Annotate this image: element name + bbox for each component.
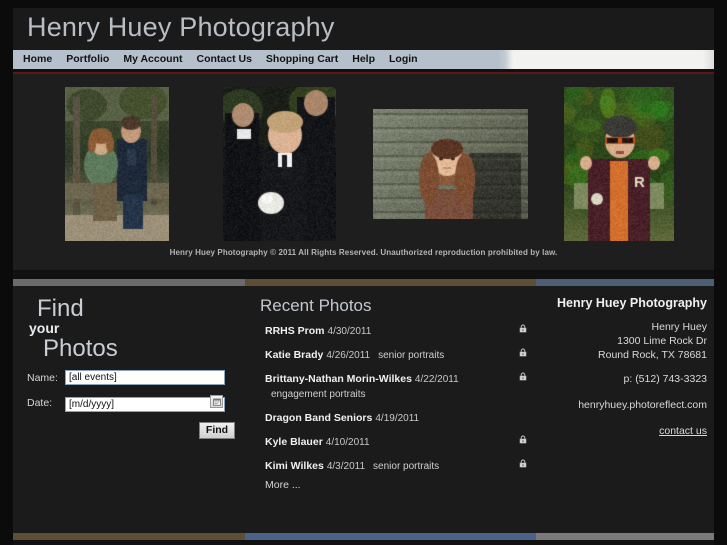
date-input-wrapper (65, 394, 225, 412)
studio-info-panel: Henry Huey Photography Henry Huey 1300 L… (536, 286, 714, 533)
find-photos-panel: Find your Photos Name: Date: (13, 286, 245, 533)
date-input[interactable] (65, 397, 225, 412)
date-field-row: Date: (27, 394, 225, 412)
recent-photos-panel: Recent Photos RRHS Prom 4/30/2011 Katie Br… (245, 286, 536, 533)
frame-left-border (0, 0, 13, 545)
studio-website: henryhuey.photoreflect.com (578, 398, 707, 412)
find-heading-line3: Photos (43, 336, 118, 362)
recent-photo-date: 4/22/2011 (415, 374, 459, 385)
hero-gallery: Henry Huey Photography © 2011 All Rights… (13, 74, 714, 270)
recent-photo-item[interactable]: Katie Brady 4/26/2011 senior portraits (265, 348, 527, 362)
lock-icon (519, 435, 527, 444)
recent-photo-main-line: Kimi Wilkes 4/3/2011 senior portraits (265, 459, 505, 473)
segment-brown (245, 279, 536, 286)
recent-photo-name: RRHS Prom (265, 325, 325, 337)
recent-photo-date: 4/30/2011 (328, 326, 372, 337)
recent-photo-item[interactable]: Dragon Band Seniors 4/19/2011 (265, 411, 527, 425)
lock-icon (519, 348, 527, 357)
site-title: Henry Huey Photography (27, 12, 335, 43)
frame-right-border (714, 0, 727, 545)
nav-item-login[interactable]: Login (389, 50, 418, 69)
lock-icon (519, 372, 527, 381)
find-photos-heading: Find your Photos (37, 296, 118, 362)
calendar-glyph (213, 398, 221, 406)
find-heading-line2: your (29, 321, 118, 336)
studio-name-heading: Henry Huey Photography (557, 296, 707, 310)
photo-family-couple-outdoors[interactable] (65, 87, 169, 241)
recent-photo-date: 4/3/2011 (327, 461, 365, 472)
recent-photo-name: Dragon Band Seniors (265, 412, 372, 424)
recent-photo-main-line: Dragon Band Seniors 4/19/2011 (265, 411, 505, 425)
contact-us-link[interactable]: contact us (659, 425, 707, 437)
recent-photo-date: 4/26/2011 (326, 350, 370, 361)
more-link[interactable]: More ... (265, 479, 301, 491)
contact-person-name: Henry Huey (598, 320, 707, 334)
name-input[interactable] (65, 370, 225, 385)
segment-gray (13, 279, 245, 286)
address-line-2: Round Rock, TX 78681 (598, 348, 707, 362)
photo-teen-sunglasses-letterman[interactable] (564, 87, 674, 241)
studio-phone: p: (512) 743-3323 (624, 372, 707, 386)
photo-senior-girl-wood-wall[interactable] (373, 109, 528, 219)
recent-photo-main-line: Brittany-Nathan Morin-Wilkes 4/22/2011 (265, 372, 505, 386)
recent-photo-item[interactable]: Kimi Wilkes 4/3/2011 senior portraits (265, 459, 527, 473)
address-line-1: 1300 Lime Rock Dr (598, 334, 707, 348)
name-field-label: Name: (27, 372, 65, 384)
recent-photo-item[interactable]: RRHS Prom 4/30/2011 (265, 324, 527, 338)
recent-photo-item[interactable]: Brittany-Nathan Morin-Wilkes 4/22/2011 eng… (265, 372, 527, 401)
recent-photo-date: 4/10/2011 (326, 437, 370, 448)
recent-photo-name: Kimi Wilkes (265, 460, 324, 472)
frame-top-border (0, 0, 727, 8)
recent-photo-name: Brittany-Nathan Morin-Wilkes (265, 373, 412, 385)
recent-photo-item[interactable]: Kyle Blauer 4/10/2011 (265, 435, 527, 449)
nav-item-help[interactable]: Help (352, 50, 375, 69)
nav-item-contact-us[interactable]: Contact Us (196, 50, 251, 69)
find-heading-line1: Find (37, 296, 118, 321)
segment-brown (13, 533, 245, 540)
divider-bar-top (13, 279, 714, 286)
lock-icon (519, 324, 527, 333)
recent-photo-main-line: Kyle Blauer 4/10/2011 (265, 435, 505, 449)
recent-photo-name: Kyle Blauer (265, 436, 323, 448)
recent-photo-subtitle: engagement portraits (271, 389, 505, 401)
site-header: Henry Huey Photography (13, 8, 714, 50)
segment-blue (536, 279, 714, 286)
photo-young-boy-ringbearer[interactable] (223, 87, 336, 241)
lock-icon (519, 459, 527, 468)
nav-item-my-account[interactable]: My Account (123, 50, 182, 69)
page-root: Henry Huey Photography Home Portfolio My A… (0, 0, 727, 545)
studio-address: Henry Huey 1300 Lime Rock Dr Round Rock,… (598, 320, 707, 362)
nav-item-shopping-cart[interactable]: Shopping Cart (266, 50, 338, 69)
segment-gray (536, 533, 714, 540)
recent-photos-list: RRHS Prom 4/30/2011 Katie Brady 4/26/2011 se… (265, 324, 527, 483)
name-field-row: Name: (27, 370, 225, 385)
main-navigation: Home Portfolio My Account Contact Us Shoppin… (13, 50, 714, 69)
recent-photo-tag: senior portraits (373, 461, 439, 472)
contact-us-link-wrapper: contact us (659, 424, 707, 438)
recent-photo-name: Katie Brady (265, 349, 323, 361)
content-area: Find your Photos Name: Date: (13, 286, 714, 533)
nav-item-portfolio[interactable]: Portfolio (66, 50, 109, 69)
recent-photo-main-line: Katie Brady 4/26/2011 senior portraits (265, 348, 505, 362)
divider-bar-bottom (13, 533, 714, 540)
segment-blue (245, 533, 536, 540)
copyright-notice: Henry Huey Photography © 2011 All Rights… (13, 248, 714, 257)
find-button[interactable]: Find (199, 422, 235, 439)
recent-photos-title: Recent Photos (260, 296, 372, 316)
recent-photo-date: 4/19/2011 (375, 413, 419, 424)
calendar-icon[interactable] (210, 395, 223, 408)
nav-item-home[interactable]: Home (23, 50, 52, 69)
recent-photo-tag: senior portraits (378, 350, 444, 361)
recent-photo-main-line: RRHS Prom 4/30/2011 (265, 324, 505, 338)
date-field-label: Date: (27, 397, 65, 409)
